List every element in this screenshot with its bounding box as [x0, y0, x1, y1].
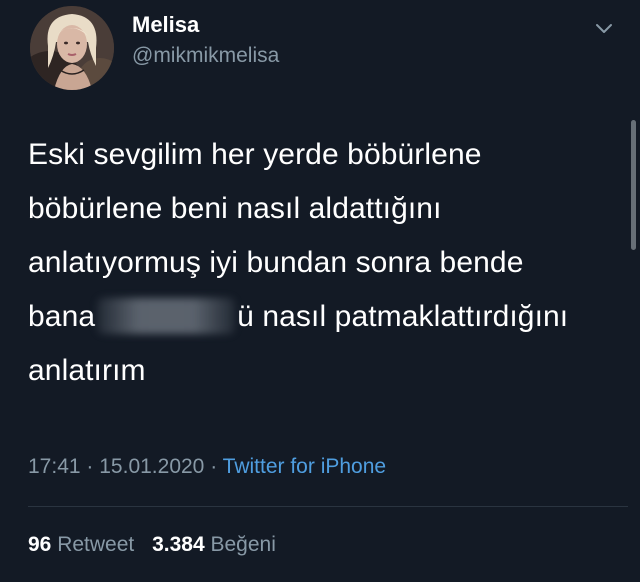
retweet-count: 96 — [28, 533, 52, 556]
author-name[interactable]: Melisa — [132, 12, 199, 38]
avatar-image — [30, 6, 114, 90]
tweet-text-line-redacted: bana ü nasıl patmaklattırdığını — [28, 290, 628, 344]
tweet-stats: 96 Retweet 3.384 Beğeni — [28, 533, 288, 557]
divider — [28, 506, 628, 507]
tweet-card: Melisa @mikmikmelisa Eski sevgilim her y… — [0, 0, 640, 582]
tweet-source-link[interactable]: Twitter for iPhone — [223, 455, 386, 478]
tweet-text-line: anlatırım — [28, 354, 146, 387]
tweet-text-line: böbürlene beni nasıl aldattığını — [28, 192, 442, 225]
retweet-label: Retweet — [57, 533, 135, 556]
like-count-link[interactable]: 3.384 Beğeni — [152, 533, 276, 556]
tweet-text-fragment: ü nasıl patmaklattırdığını — [237, 300, 569, 333]
author-handle[interactable]: @mikmikmelisa — [132, 44, 279, 68]
tweet-date[interactable]: 15.01.2020 — [99, 455, 204, 478]
tweet-text-line: anlatıyormuş iyi bundan sonra bende — [28, 246, 524, 279]
meta-separator: · — [86, 455, 94, 478]
like-count: 3.384 — [152, 533, 205, 556]
tweet-time[interactable]: 17:41 — [28, 455, 81, 478]
meta-separator: · — [210, 455, 218, 478]
retweet-count-link[interactable]: 96 Retweet — [28, 533, 140, 556]
like-label: Beğeni — [210, 533, 276, 556]
scrollbar[interactable] — [631, 120, 636, 250]
tweet-text-fragment: bana — [28, 300, 96, 333]
tweet-text-line: Eski sevgilim her yerde böbürlene — [28, 138, 482, 171]
chevron-down-icon[interactable] — [592, 20, 616, 38]
redaction-blur — [97, 298, 236, 334]
tweet-text: Eski sevgilim her yerde böbürlene böbürl… — [28, 128, 628, 398]
tweet-timestamp: 17:41 · 15.01.2020 · Twitter for iPhone — [28, 455, 386, 479]
avatar[interactable] — [30, 6, 114, 90]
